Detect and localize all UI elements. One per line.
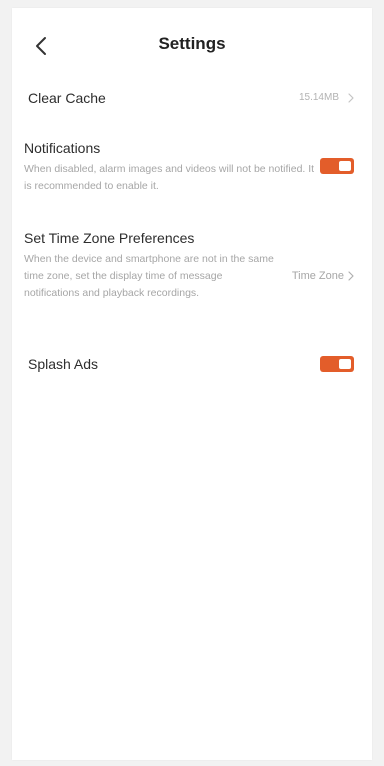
toggle-knob [339, 359, 351, 369]
header-bar: Settings [12, 28, 372, 64]
cache-size-group: 15.14MB [299, 92, 354, 103]
splash-ads-toggle[interactable] [320, 356, 354, 372]
chevron-right-icon [348, 92, 354, 103]
splash-ads-row: Splash Ads [24, 344, 360, 384]
notifications-text: Notifications When disabled, alarm image… [24, 140, 324, 195]
time-zone-row[interactable]: Set Time Zone Preferences When the devic… [24, 222, 360, 332]
time-zone-text: Set Time Zone Preferences When the devic… [24, 230, 274, 302]
notifications-toggle[interactable] [320, 158, 354, 174]
clear-cache-row[interactable]: Clear Cache 15.14MB [24, 80, 360, 120]
settings-screen: Settings Clear Cache 15.14MB Notificatio… [12, 8, 372, 760]
time-zone-description: When the device and smartphone are not i… [24, 253, 274, 299]
clear-cache-label: Clear Cache [28, 90, 106, 106]
time-zone-label: Set Time Zone Preferences [24, 230, 195, 246]
time-zone-value: Time Zone [291, 270, 344, 282]
splash-ads-label: Splash Ads [28, 356, 99, 372]
cache-size-value: 15.14MB [298, 92, 339, 103]
notifications-row: Notifications When disabled, alarm image… [24, 132, 360, 202]
time-zone-value-group: Time Zone [292, 270, 354, 282]
notifications-description: When disabled, alarm images and videos w… [24, 163, 315, 192]
toggle-knob [339, 161, 351, 171]
notifications-label: Notifications [24, 140, 101, 156]
chevron-right-icon [348, 271, 354, 281]
page-title: Settings [158, 34, 226, 53]
